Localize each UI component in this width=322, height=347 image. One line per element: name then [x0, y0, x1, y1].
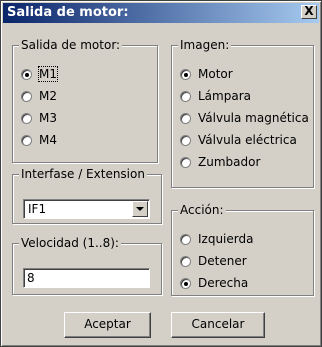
- motor-output-group: Salida de motor: M1 M2 M3 M4: [12, 38, 158, 163]
- radio-m3-button[interactable]: [21, 112, 32, 124]
- radio-m2[interactable]: M2: [21, 88, 57, 104]
- radio-m3[interactable]: M3: [21, 110, 57, 126]
- close-button[interactable]: X: [301, 5, 317, 19]
- radio-motor-label: Motor: [198, 67, 233, 81]
- radio-valvula-electrica[interactable]: Válvula eléctrica: [180, 132, 297, 148]
- radio-valvula-magnetica-label: Válvula magnética: [198, 111, 309, 125]
- accept-button[interactable]: Aceptar: [64, 312, 151, 338]
- radio-m1-label: M1: [38, 66, 58, 82]
- radio-detener-button[interactable]: [180, 255, 191, 267]
- action-legend: Acción:: [178, 203, 226, 217]
- radio-m2-button[interactable]: [21, 90, 32, 102]
- radio-zumbador[interactable]: Zumbador: [180, 154, 260, 170]
- radio-m1-button[interactable]: [21, 68, 32, 80]
- radio-valvula-electrica-button[interactable]: [180, 134, 191, 146]
- radio-m1[interactable]: M1: [21, 66, 58, 82]
- radio-lampara-label: Lámpara: [198, 89, 251, 103]
- radio-izquierda-button[interactable]: [180, 233, 191, 245]
- radio-derecha-label: Derecha: [198, 276, 249, 290]
- radio-detener[interactable]: Detener: [180, 253, 247, 269]
- radio-motor-button[interactable]: [180, 68, 191, 80]
- radio-derecha-button[interactable]: [180, 277, 191, 289]
- radio-lampara-button[interactable]: [180, 90, 191, 102]
- speed-legend: Velocidad (1..8):: [19, 236, 121, 250]
- interface-select-value: IF1: [28, 202, 47, 216]
- radio-m2-label: M2: [39, 89, 57, 103]
- window-title: Salida de motor:: [7, 5, 129, 20]
- speed-input[interactable]: 8: [23, 268, 150, 288]
- radio-m4[interactable]: M4: [21, 132, 57, 148]
- cancel-button[interactable]: Cancelar: [171, 312, 265, 338]
- title-bar[interactable]: Salida de motor: X: [3, 3, 319, 23]
- radio-zumbador-label: Zumbador: [198, 155, 261, 169]
- action-group: Acción: Izquierda Detener Derecha: [171, 203, 314, 296]
- interface-select[interactable]: IF1: [23, 199, 150, 219]
- speed-group: Velocidad (1..8): 8: [12, 236, 162, 295]
- radio-m3-label: M3: [39, 111, 57, 125]
- chevron-down-icon[interactable]: [132, 201, 148, 217]
- radio-zumbador-button[interactable]: [180, 156, 191, 168]
- radio-izquierda[interactable]: Izquierda: [180, 231, 253, 247]
- radio-valvula-magnetica[interactable]: Válvula magnética: [180, 110, 309, 126]
- interface-legend: Interfase / Extension: [19, 167, 147, 181]
- radio-derecha[interactable]: Derecha: [180, 275, 248, 291]
- radio-detener-label: Detener: [198, 254, 247, 268]
- motor-output-legend: Salida de motor:: [19, 38, 123, 52]
- radio-m4-button[interactable]: [21, 134, 32, 146]
- radio-valvula-electrica-label: Válvula eléctrica: [198, 133, 297, 147]
- radio-lampara[interactable]: Lámpara: [180, 88, 251, 104]
- radio-izquierda-label: Izquierda: [198, 232, 254, 246]
- radio-valvula-magnetica-button[interactable]: [180, 112, 191, 124]
- image-legend: Imagen:: [178, 38, 232, 52]
- radio-m4-label: M4: [39, 133, 57, 147]
- image-group: Imagen: Motor Lámpara Válvula magnética …: [171, 38, 314, 188]
- interface-group: Interfase / Extension IF1: [12, 167, 162, 224]
- radio-motor[interactable]: Motor: [180, 66, 233, 82]
- motor-output-dialog: Salida de motor: X Salida de motor: M1 M…: [0, 0, 322, 347]
